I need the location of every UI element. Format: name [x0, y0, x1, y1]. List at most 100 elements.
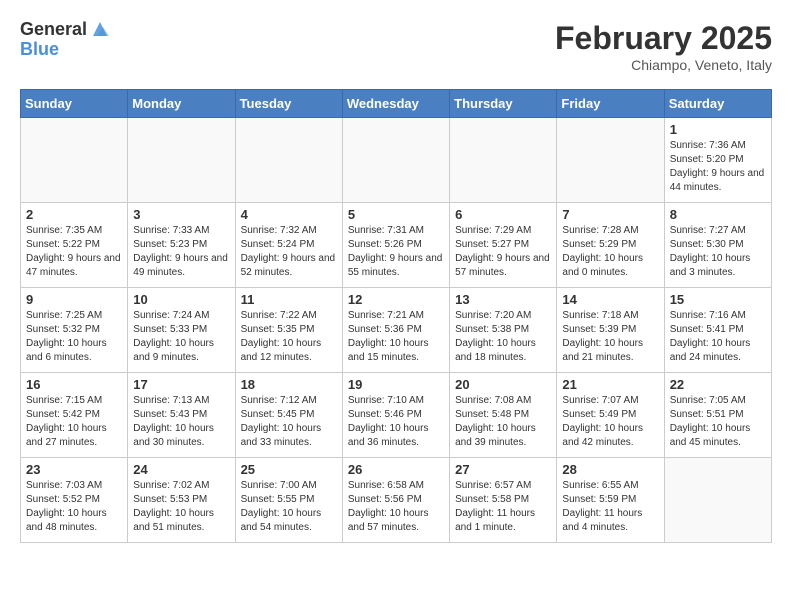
calendar-day-cell: 18Sunrise: 7:12 AM Sunset: 5:45 PM Dayli… [235, 373, 342, 458]
day-number: 7 [562, 207, 658, 222]
day-info: Sunrise: 7:15 AM Sunset: 5:42 PM Dayligh… [26, 394, 122, 450]
day-info: Sunrise: 7:00 AM Sunset: 5:55 PM Dayligh… [241, 479, 337, 535]
day-number: 16 [26, 377, 122, 392]
day-number: 15 [670, 292, 766, 307]
calendar-day-cell: 9 Sunrise: 7:25 AM Sunset: 5:32 PM Daylig… [21, 288, 128, 373]
calendar-day-cell [128, 118, 235, 203]
day-info: Sunrise: 7:35 AM Sunset: 5:22 PM Dayligh… [26, 224, 122, 280]
calendar-day-cell: 13 Sunrise: 7:20 AM Sunset: 5:38 PM Dayli… [450, 288, 557, 373]
calendar-day-cell: 14Sunrise: 7:18 AM Sunset: 5:39 PM Dayli… [557, 288, 664, 373]
calendar-day-cell: 15 Sunrise: 7:16 AM Sunset: 5:41 PM Dayli… [664, 288, 771, 373]
day-info: Sunrise: 7:22 AM Sunset: 5:35 PM Dayligh… [241, 309, 337, 365]
calendar-day-cell: 1 Sunrise: 7:36 AM Sunset: 5:20 PM Daylig… [664, 118, 771, 203]
logo-icon [89, 18, 111, 40]
day-number: 25 [241, 462, 337, 477]
calendar-week-row: 1 Sunrise: 7:36 AM Sunset: 5:20 PM Daylig… [21, 118, 772, 203]
day-number: 12 [348, 292, 444, 307]
day-number: 2 [26, 207, 122, 222]
day-info: Sunrise: 7:27 AM Sunset: 5:30 PM Dayligh… [670, 224, 766, 280]
day-info: Sunrise: 7:28 AM Sunset: 5:29 PM Dayligh… [562, 224, 658, 280]
weekday-header: Sunday [21, 90, 128, 118]
calendar-table: SundayMondayTuesdayWednesdayThursdayFrid… [20, 89, 772, 543]
day-number: 26 [348, 462, 444, 477]
calendar-week-row: 23 Sunrise: 7:03 AM Sunset: 5:52 PM Dayli… [21, 458, 772, 543]
day-info: Sunrise: 7:03 AM Sunset: 5:52 PM Dayligh… [26, 479, 122, 535]
calendar-day-cell: 10Sunrise: 7:24 AM Sunset: 5:33 PM Dayli… [128, 288, 235, 373]
day-info: Sunrise: 7:31 AM Sunset: 5:26 PM Dayligh… [348, 224, 444, 280]
day-number: 19 [348, 377, 444, 392]
day-info: Sunrise: 7:33 AM Sunset: 5:23 PM Dayligh… [133, 224, 229, 280]
logo-general: General [20, 20, 87, 40]
day-info: Sunrise: 7:20 AM Sunset: 5:38 PM Dayligh… [455, 309, 551, 365]
day-number: 9 [26, 292, 122, 307]
day-number: 18 [241, 377, 337, 392]
calendar-day-cell: 8 Sunrise: 7:27 AM Sunset: 5:30 PM Daylig… [664, 203, 771, 288]
calendar-day-cell [342, 118, 449, 203]
title-block: February 2025 Chiampo, Veneto, Italy [555, 20, 772, 73]
day-info: Sunrise: 6:57 AM Sunset: 5:58 PM Dayligh… [455, 479, 551, 535]
calendar-day-cell: 22 Sunrise: 7:05 AM Sunset: 5:51 PM Dayli… [664, 373, 771, 458]
day-info: Sunrise: 6:58 AM Sunset: 5:56 PM Dayligh… [348, 479, 444, 535]
calendar-day-cell: 19 Sunrise: 7:10 AM Sunset: 5:46 PM Dayli… [342, 373, 449, 458]
calendar-day-cell: 28 Sunrise: 6:55 AM Sunset: 5:59 PM Dayli… [557, 458, 664, 543]
day-info: Sunrise: 7:07 AM Sunset: 5:49 PM Dayligh… [562, 394, 658, 450]
calendar-day-cell: 20 Sunrise: 7:08 AM Sunset: 5:48 PM Dayli… [450, 373, 557, 458]
calendar-day-cell: 7 Sunrise: 7:28 AM Sunset: 5:29 PM Daylig… [557, 203, 664, 288]
day-info: Sunrise: 7:16 AM Sunset: 5:41 PM Dayligh… [670, 309, 766, 365]
day-number: 8 [670, 207, 766, 222]
day-info: Sunrise: 7:24 AM Sunset: 5:33 PM Dayligh… [133, 309, 229, 365]
weekday-header: Thursday [450, 90, 557, 118]
day-info: Sunrise: 6:55 AM Sunset: 5:59 PM Dayligh… [562, 479, 658, 535]
weekday-header: Saturday [664, 90, 771, 118]
day-number: 28 [562, 462, 658, 477]
day-number: 13 [455, 292, 551, 307]
month-title: February 2025 [555, 20, 772, 57]
calendar-day-cell: 21 Sunrise: 7:07 AM Sunset: 5:49 PM Dayli… [557, 373, 664, 458]
day-number: 24 [133, 462, 229, 477]
weekday-header: Monday [128, 90, 235, 118]
weekday-header: Tuesday [235, 90, 342, 118]
calendar-day-cell: 12Sunrise: 7:21 AM Sunset: 5:36 PM Dayli… [342, 288, 449, 373]
day-info: Sunrise: 7:08 AM Sunset: 5:48 PM Dayligh… [455, 394, 551, 450]
calendar-day-cell: 5Sunrise: 7:31 AM Sunset: 5:26 PM Daylig… [342, 203, 449, 288]
day-number: 23 [26, 462, 122, 477]
calendar-day-cell: 6 Sunrise: 7:29 AM Sunset: 5:27 PM Daylig… [450, 203, 557, 288]
day-info: Sunrise: 7:32 AM Sunset: 5:24 PM Dayligh… [241, 224, 337, 280]
calendar-day-cell: 23 Sunrise: 7:03 AM Sunset: 5:52 PM Dayli… [21, 458, 128, 543]
calendar-day-cell: 24 Sunrise: 7:02 AM Sunset: 5:53 PM Dayli… [128, 458, 235, 543]
day-number: 4 [241, 207, 337, 222]
day-info: Sunrise: 7:36 AM Sunset: 5:20 PM Dayligh… [670, 139, 766, 195]
weekday-header: Wednesday [342, 90, 449, 118]
day-info: Sunrise: 7:05 AM Sunset: 5:51 PM Dayligh… [670, 394, 766, 450]
calendar-day-cell: 16 Sunrise: 7:15 AM Sunset: 5:42 PM Dayli… [21, 373, 128, 458]
calendar-day-cell: 3 Sunrise: 7:33 AM Sunset: 5:23 PM Daylig… [128, 203, 235, 288]
calendar-day-cell: 2 Sunrise: 7:35 AM Sunset: 5:22 PM Daylig… [21, 203, 128, 288]
calendar-week-row: 9 Sunrise: 7:25 AM Sunset: 5:32 PM Daylig… [21, 288, 772, 373]
day-info: Sunrise: 7:25 AM Sunset: 5:32 PM Dayligh… [26, 309, 122, 365]
calendar-day-cell: 26 Sunrise: 6:58 AM Sunset: 5:56 PM Dayli… [342, 458, 449, 543]
day-number: 20 [455, 377, 551, 392]
logo-blue: Blue [20, 40, 111, 60]
calendar-week-row: 2 Sunrise: 7:35 AM Sunset: 5:22 PM Daylig… [21, 203, 772, 288]
weekday-header-row: SundayMondayTuesdayWednesdayThursdayFrid… [21, 90, 772, 118]
calendar-day-cell: 4 Sunrise: 7:32 AM Sunset: 5:24 PM Daylig… [235, 203, 342, 288]
day-info: Sunrise: 7:02 AM Sunset: 5:53 PM Dayligh… [133, 479, 229, 535]
day-info: Sunrise: 7:29 AM Sunset: 5:27 PM Dayligh… [455, 224, 551, 280]
day-number: 22 [670, 377, 766, 392]
calendar-day-cell: 11Sunrise: 7:22 AM Sunset: 5:35 PM Dayli… [235, 288, 342, 373]
calendar-day-cell: 17 Sunrise: 7:13 AM Sunset: 5:43 PM Dayli… [128, 373, 235, 458]
calendar-week-row: 16 Sunrise: 7:15 AM Sunset: 5:42 PM Dayli… [21, 373, 772, 458]
day-info: Sunrise: 7:10 AM Sunset: 5:46 PM Dayligh… [348, 394, 444, 450]
day-number: 17 [133, 377, 229, 392]
day-info: Sunrise: 7:13 AM Sunset: 5:43 PM Dayligh… [133, 394, 229, 450]
day-number: 6 [455, 207, 551, 222]
calendar-day-cell: 27 Sunrise: 6:57 AM Sunset: 5:58 PM Dayli… [450, 458, 557, 543]
calendar-day-cell [21, 118, 128, 203]
calendar-day-cell [664, 458, 771, 543]
day-number: 27 [455, 462, 551, 477]
day-number: 1 [670, 122, 766, 137]
day-info: Sunrise: 7:18 AM Sunset: 5:39 PM Dayligh… [562, 309, 658, 365]
day-number: 21 [562, 377, 658, 392]
day-number: 3 [133, 207, 229, 222]
calendar-day-cell: 25 Sunrise: 7:00 AM Sunset: 5:55 PM Dayli… [235, 458, 342, 543]
